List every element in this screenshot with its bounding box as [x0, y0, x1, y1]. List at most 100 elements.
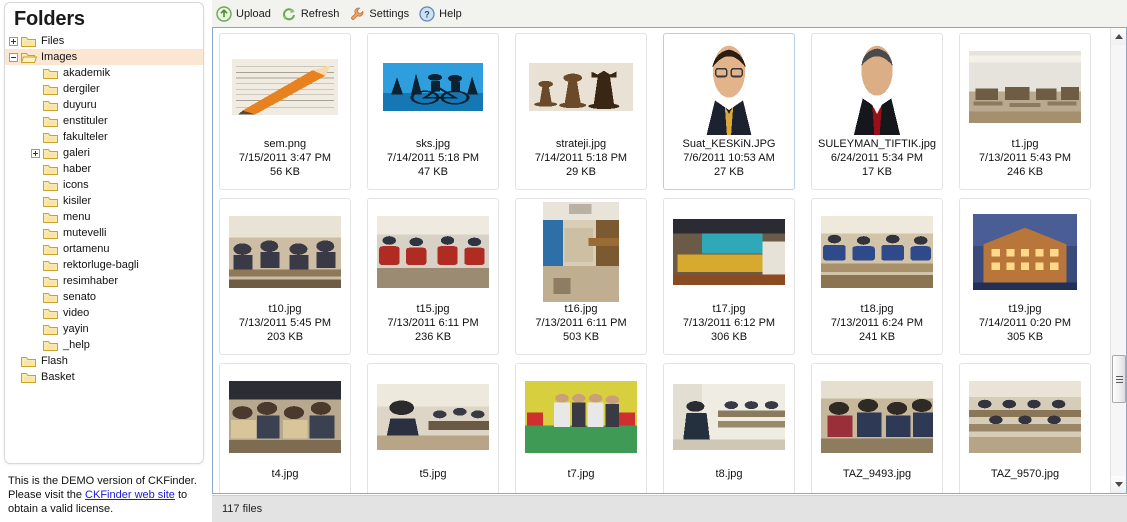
file-item[interactable]: t15.jpg 7/13/2011 6:11 PM 236 KB — [367, 198, 499, 355]
upload-button[interactable]: Upload — [212, 0, 277, 27]
file-item[interactable]: t1.jpg 7/13/2011 5:43 PM 246 KB — [959, 33, 1091, 190]
folder-tree-item-enstituler[interactable]: enstituler — [5, 113, 203, 129]
file-item[interactable]: SULEYMAN_TIFTIK.jpg 6/24/2011 5:34 PM 17 K… — [811, 33, 943, 190]
file-size-label: 56 KB — [270, 166, 300, 178]
scroll-up-arrow-icon[interactable] — [1111, 28, 1126, 45]
file-item[interactable]: sem.png 7/15/2011 3:47 PM 56 KB — [219, 33, 351, 190]
folder-tree-item-label: galeri — [63, 147, 90, 160]
file-name-label: SULEYMAN_TIFTIK.jpg — [818, 138, 936, 150]
file-item[interactable]: t4.jpg — [219, 363, 351, 493]
folder-tree-item-haber[interactable]: haber — [5, 161, 203, 177]
file-item[interactable]: TAZ_9570.jpg — [959, 363, 1091, 493]
folder-icon — [43, 275, 59, 288]
folder-tree-item-fakulteler[interactable]: fakulteler — [5, 129, 203, 145]
folder-icon — [43, 227, 59, 240]
vertical-scrollbar[interactable] — [1110, 28, 1126, 493]
folder-tree-item-mutevelli[interactable]: mutevelli — [5, 225, 203, 241]
folder-tree-item-images[interactable]: Images — [5, 49, 203, 65]
folder-tree-item-ortamenu[interactable]: ortamenu — [5, 241, 203, 257]
file-item[interactable]: t8.jpg — [663, 363, 795, 493]
file-thumbnail — [373, 202, 493, 302]
folder-tree[interactable]: Files Images akademik dergiler duyuru enstitu… — [5, 33, 203, 385]
ckfinder-website-link[interactable]: CKFinder web site — [85, 489, 175, 501]
folder-icon — [43, 147, 59, 160]
folder-tree-item-label: akademik — [63, 67, 111, 80]
settings-button[interactable]: Settings — [345, 0, 415, 27]
file-item[interactable]: sks.jpg 7/14/2011 5:18 PM 47 KB — [367, 33, 499, 190]
file-name-label: t4.jpg — [271, 468, 299, 480]
folder-tree-item-senato[interactable]: senato — [5, 289, 203, 305]
file-name-label: t19.jpg — [1008, 303, 1042, 315]
file-thumbnail — [373, 37, 493, 137]
file-date-label: 7/15/2011 3:47 PM — [238, 152, 332, 164]
folder-tree-item-icons[interactable]: icons — [5, 177, 203, 193]
collapse-icon[interactable] — [9, 52, 18, 62]
file-item[interactable]: t18.jpg 7/13/2011 6:24 PM 241 KB — [811, 198, 943, 355]
file-date-label: 7/6/2011 10:53 AM — [683, 152, 775, 164]
file-item[interactable]: t5.jpg — [367, 363, 499, 493]
folder-icon — [43, 243, 59, 256]
file-item[interactable]: t7.jpg — [515, 363, 647, 493]
file-item[interactable]: Suat_KESKiN.JPG 7/6/2011 10:53 AM 27 KB — [663, 33, 795, 190]
demo-notice-line1: This is the DEMO version of CKFinder. — [8, 475, 197, 487]
file-thumbnail — [373, 367, 493, 467]
file-item[interactable]: strateji.jpg 7/14/2011 5:18 PM 29 KB — [515, 33, 647, 190]
folder-icon — [43, 323, 59, 336]
folder-tree-item-basket[interactable]: Basket — [5, 369, 203, 385]
folder-tree-item-label: dergiler — [63, 83, 100, 96]
folder-tree-item-menu[interactable]: menu — [5, 209, 203, 225]
file-list-panel: sem.png 7/15/2011 3:47 PM 56 KB sks.jpg 7/14… — [212, 27, 1127, 494]
refresh-button[interactable]: Refresh — [277, 0, 346, 27]
folder-tree-item-video[interactable]: video — [5, 305, 203, 321]
folder-tree-item-kisiler[interactable]: kisiler — [5, 193, 203, 209]
folder-tree-item-label: Files — [41, 35, 65, 48]
folder-icon — [43, 307, 59, 320]
folder-tree-item-galeri[interactable]: galeri — [5, 145, 203, 161]
folder-tree-item-duyuru[interactable]: duyuru — [5, 97, 203, 113]
help-button[interactable]: ? Help — [415, 0, 468, 27]
scroll-down-arrow-icon[interactable] — [1111, 476, 1126, 493]
scrollbar-thumb[interactable] — [1112, 355, 1126, 403]
scrollbar-grip-icon — [1116, 376, 1123, 383]
file-thumbnail — [225, 367, 345, 467]
file-item[interactable]: t16.jpg 7/13/2011 6:11 PM 503 KB — [515, 198, 647, 355]
file-thumbnail — [225, 37, 345, 137]
file-name-label: t18.jpg — [860, 303, 894, 315]
file-name-label: Suat_KESKiN.JPG — [682, 138, 776, 150]
settings-button-label: Settings — [369, 7, 410, 20]
folder-icon — [43, 163, 59, 176]
file-thumbnail — [669, 37, 789, 137]
folder-tree-item-flash[interactable]: Flash — [5, 353, 203, 369]
folder-tree-item-akademik[interactable]: akademik — [5, 65, 203, 81]
file-item[interactable]: TAZ_9493.jpg — [811, 363, 943, 493]
expand-icon[interactable] — [31, 148, 40, 158]
file-item[interactable]: t17.jpg 7/13/2011 6:12 PM 306 KB — [663, 198, 795, 355]
folder-tree-item-rektorluge-bagli[interactable]: rektorluge-bagli — [5, 257, 203, 273]
expand-icon[interactable] — [9, 36, 18, 46]
folder-tree-item-help[interactable]: _help — [5, 337, 203, 353]
help-icon: ? — [419, 5, 435, 22]
folder-tree-item-resimhaber[interactable]: resimhaber — [5, 273, 203, 289]
file-item[interactable]: t10.jpg 7/13/2011 5:45 PM 203 KB — [219, 198, 351, 355]
demo-notice: This is the DEMO version of CKFinder. Pl… — [4, 472, 204, 516]
file-item[interactable]: t19.jpg 7/14/2011 0:20 PM 305 KB — [959, 198, 1091, 355]
file-name-label: t17.jpg — [712, 303, 746, 315]
file-name-label: t10.jpg — [268, 303, 302, 315]
file-list-scroll-area[interactable]: sem.png 7/15/2011 3:47 PM 56 KB sks.jpg 7/14… — [213, 28, 1111, 493]
file-thumbnail — [669, 367, 789, 467]
file-name-label: t15.jpg — [416, 303, 450, 315]
file-name-label: sem.png — [263, 138, 307, 150]
file-date-label: 7/14/2011 5:18 PM — [386, 152, 480, 164]
folder-tree-item-dergiler[interactable]: dergiler — [5, 81, 203, 97]
file-name-label: sks.jpg — [415, 138, 451, 150]
folder-tree-item-yayin[interactable]: yayin — [5, 321, 203, 337]
folder-tree-item-label: ortamenu — [63, 243, 110, 256]
file-size-label: 29 KB — [566, 166, 596, 178]
svg-text:?: ? — [424, 9, 430, 19]
folder-tree-item-files[interactable]: Files — [5, 33, 203, 49]
file-thumbnail — [521, 37, 641, 137]
